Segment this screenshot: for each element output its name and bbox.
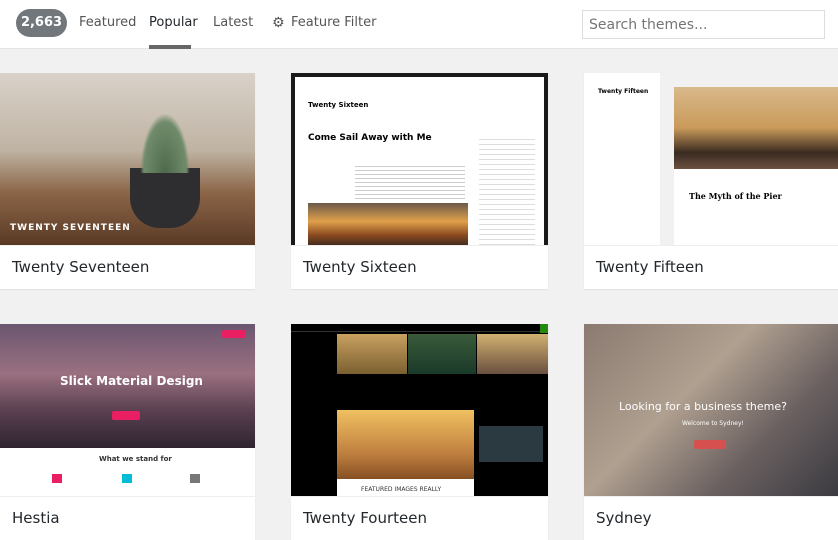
gear-icon[interactable]: ⚙ xyxy=(272,15,285,31)
tab-latest[interactable]: Latest xyxy=(213,15,253,30)
preview-post: The Myth of the Pier xyxy=(689,191,782,201)
theme-screenshot[interactable]: TWENTY SEVENTEEN xyxy=(0,73,255,245)
active-tab-indicator xyxy=(149,45,191,49)
theme-card[interactable]: FEATURED IMAGES REALLY Twenty Fourteen xyxy=(291,324,548,540)
feature-filter-button[interactable]: Feature Filter xyxy=(291,15,376,30)
theme-screenshot[interactable]: Twenty Fifteen The Myth of the Pier xyxy=(584,73,838,245)
preview-title: Twenty Sixteen xyxy=(308,101,369,109)
preview-post: Come Sail Away with Me xyxy=(308,133,432,143)
theme-name: Twenty Fourteen xyxy=(291,496,548,540)
preview-title: Looking for a business theme? xyxy=(619,400,787,413)
filter-bar: 2,663 Featured Popular Latest ⚙ Feature … xyxy=(0,0,838,49)
preview-section: What we stand for xyxy=(99,455,172,463)
theme-name: Twenty Fifteen xyxy=(584,245,838,289)
preview-title: Twenty Fifteen xyxy=(598,88,649,95)
theme-screenshot[interactable]: Twenty Sixteen Come Sail Away with Me xyxy=(291,73,548,245)
preview-caption: FEATURED IMAGES REALLY xyxy=(361,486,442,493)
tab-featured[interactable]: Featured xyxy=(79,15,136,30)
tab-popular[interactable]: Popular xyxy=(149,15,198,30)
theme-count-badge: 2,663 xyxy=(16,9,67,37)
preview-subtitle: Welcome to Sydney! xyxy=(682,420,744,427)
theme-card[interactable]: Twenty Sixteen Come Sail Away with Me Tw… xyxy=(291,73,548,289)
preview-title: TWENTY SEVENTEEN xyxy=(10,223,131,233)
theme-card[interactable]: Slick Material Design What we stand for … xyxy=(0,324,255,540)
search-input[interactable] xyxy=(582,10,825,39)
theme-card[interactable]: Looking for a business theme? Welcome to… xyxy=(584,324,838,540)
theme-screenshot[interactable]: Slick Material Design What we stand for xyxy=(0,324,255,496)
theme-card[interactable]: TWENTY SEVENTEEN Twenty Seventeen xyxy=(0,73,255,289)
theme-name: Twenty Seventeen xyxy=(0,245,255,289)
theme-screenshot[interactable]: FEATURED IMAGES REALLY xyxy=(291,324,548,496)
theme-name: Sydney xyxy=(584,496,838,540)
theme-name: Twenty Sixteen xyxy=(291,245,548,289)
theme-name: Hestia xyxy=(0,496,255,540)
preview-title: Slick Material Design xyxy=(60,374,203,388)
theme-card[interactable]: Twenty Fifteen The Myth of the Pier Twen… xyxy=(584,73,838,289)
theme-screenshot[interactable]: Looking for a business theme? Welcome to… xyxy=(584,324,838,496)
